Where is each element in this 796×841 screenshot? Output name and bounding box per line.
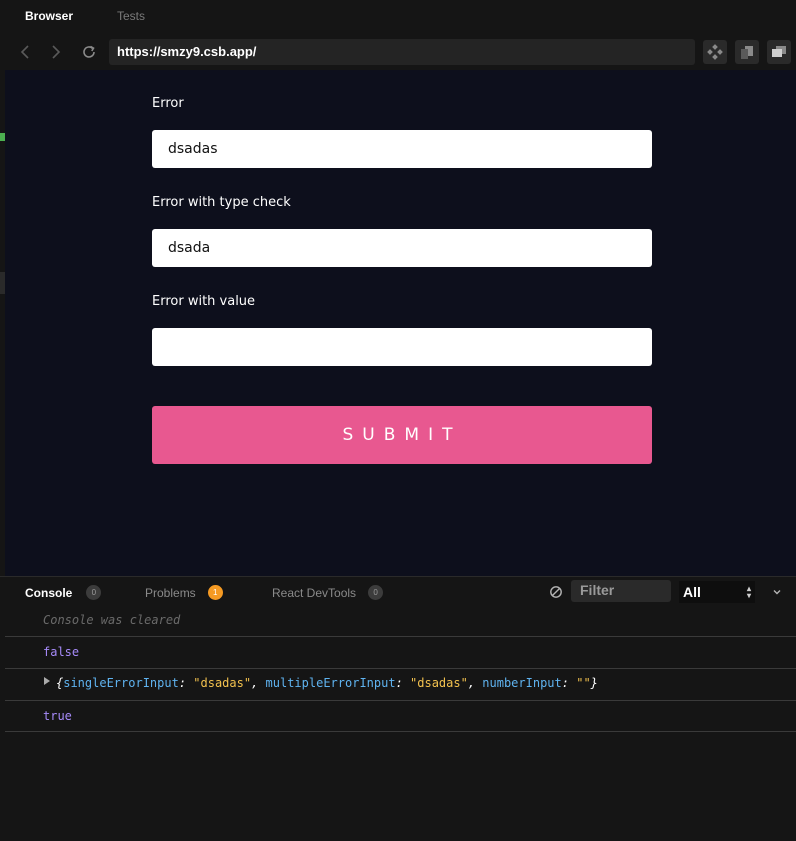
console-filter-input[interactable]: Filter — [571, 580, 671, 602]
tab-problems-label: Problems — [145, 585, 196, 600]
object-value: "dsadas" — [193, 676, 252, 690]
submit-button[interactable]: SUBMIT — [152, 406, 652, 464]
console-line: Console was cleared — [5, 606, 796, 637]
browser-navbar: https://smzy9.csb.app/ — [0, 34, 796, 70]
window-icon[interactable] — [767, 40, 791, 64]
console-cleared-text: Console was cleared — [43, 613, 181, 627]
tab-browser[interactable]: Browser — [25, 9, 73, 23]
console-tab-bar: Console 0 Problems 1 React DevTools 0 Fi… — [0, 576, 796, 606]
console-line: false — [5, 637, 796, 669]
expand-triangle-icon[interactable] — [44, 677, 50, 685]
tab-problems[interactable]: Problems 1 — [145, 585, 223, 600]
refresh-icon[interactable] — [78, 41, 100, 63]
tab-console[interactable]: Console 0 — [25, 585, 102, 600]
preview-pane: Error Error with type check Error with v… — [5, 70, 796, 576]
object-key: multipleErrorInput — [265, 676, 396, 690]
object-separator: , — [467, 676, 483, 690]
type-check-input[interactable] — [152, 229, 652, 267]
app-root: Browser Tests https://smzy9.csb.app/ Err… — [0, 0, 796, 841]
back-arrow-icon[interactable] — [14, 41, 36, 63]
url-input[interactable]: https://smzy9.csb.app/ — [109, 39, 695, 65]
log-level-select[interactable]: All ▴ ▾ — [679, 581, 755, 603]
top-tab-bar: Browser Tests — [0, 0, 796, 34]
select-arrows-icon: ▴ ▾ — [746, 584, 751, 600]
object-colon: : — [561, 676, 577, 690]
object-separator: , — [251, 676, 266, 690]
console-line[interactable]: {singleErrorInput: "dsadas", multipleErr… — [5, 669, 796, 701]
tab-tests[interactable]: Tests — [117, 9, 145, 23]
console-line: true — [5, 701, 796, 732]
tab-react-devtools-label: React DevTools — [272, 585, 357, 600]
tab-react-devtools[interactable]: React DevTools 0 — [272, 585, 384, 600]
tab-console-label: Console — [25, 585, 73, 600]
object-key: numberInput — [482, 676, 562, 690]
log-level-value: All — [683, 584, 701, 600]
react-devtools-count-badge: 0 — [368, 585, 384, 600]
console-value: true — [43, 709, 72, 723]
copy-icon[interactable] — [735, 40, 759, 64]
console-count-badge: 0 — [86, 585, 102, 600]
value-input[interactable] — [152, 328, 652, 366]
codesandbox-icon[interactable] — [703, 40, 727, 64]
forward-arrow-icon[interactable] — [45, 41, 67, 63]
object-colon: : — [178, 676, 194, 690]
object-value: "" — [576, 676, 591, 690]
error-label: Error — [152, 96, 184, 111]
error-input[interactable] — [152, 130, 652, 168]
object-brace: } — [590, 676, 598, 690]
problems-count-badge: 1 — [207, 585, 223, 600]
console-value: false — [43, 645, 80, 659]
object-key: singleErrorInput — [63, 676, 179, 690]
chevron-down-icon[interactable] — [771, 585, 783, 597]
object-value: "dsadas" — [410, 676, 468, 690]
clear-console-icon[interactable] — [549, 585, 563, 599]
type-check-label: Error with type check — [152, 195, 291, 210]
console-output: Console was cleared false {singleErrorIn… — [5, 606, 796, 841]
value-label: Error with value — [152, 294, 256, 309]
object-colon: : — [395, 676, 411, 690]
